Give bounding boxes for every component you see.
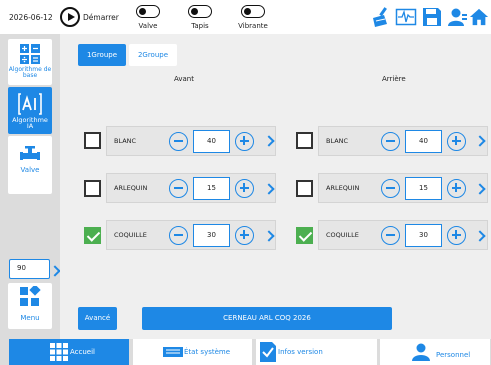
- nav-version-info-label: Infos version: [278, 348, 323, 356]
- row-name: BLANC: [326, 137, 349, 145]
- menu-grid-icon: [20, 284, 41, 306]
- speed-input[interactable]: 90: [9, 259, 50, 279]
- toggle-switch-icon[interactable]: [188, 5, 212, 18]
- sidebar-item-label: Algorithme IA: [12, 116, 48, 130]
- rear-row: ARLEQUIN 15: [318, 173, 488, 203]
- sidebar-item-valve[interactable]: Valve: [8, 136, 52, 194]
- bottom-nav: Accueil État système Infos version Perso…: [0, 339, 491, 365]
- main-panel: 1Groupe 2Groupe Avant Arrière BLANC 40 A…: [60, 34, 491, 339]
- belt-toggle-label: Tapis: [191, 22, 209, 30]
- plus-icon[interactable]: [447, 179, 466, 198]
- plus-icon[interactable]: [447, 132, 466, 151]
- nav-home-label: Accueil: [70, 348, 95, 356]
- top-bar: 2026-06-12 Démarrer Valve Tapis Vibrante: [0, 0, 491, 34]
- home-icon[interactable]: [469, 6, 489, 28]
- recipe-name-bar[interactable]: CERNEAU ARL COQ 2026: [142, 307, 392, 330]
- valve-toggle[interactable]: Valve: [128, 5, 168, 30]
- valve-icon: [20, 146, 40, 160]
- advanced-button[interactable]: Avancé: [78, 307, 117, 330]
- plus-icon[interactable]: [235, 132, 254, 151]
- chevron-right-icon[interactable]: [49, 265, 61, 277]
- sidebar-item-ai-algorithm[interactable]: Algorithme IA: [8, 87, 52, 134]
- belt-toggle[interactable]: Tapis: [180, 5, 220, 30]
- system-state-icon: [163, 347, 183, 357]
- row-name: ARLEQUIN: [114, 184, 148, 192]
- row-name: BLANC: [114, 137, 137, 145]
- valve-toggle-label: Valve: [138, 22, 158, 30]
- plus-icon[interactable]: [447, 226, 466, 245]
- broom-icon[interactable]: [370, 6, 392, 28]
- front-row-checkbox[interactable]: [84, 227, 101, 244]
- rear-row: COQUILLE 30: [318, 220, 488, 250]
- save-icon[interactable]: [421, 6, 443, 28]
- tab-group-1[interactable]: 1Groupe: [78, 44, 126, 66]
- start-icon[interactable]: [60, 7, 80, 27]
- tab-group-2[interactable]: 2Groupe: [129, 44, 177, 66]
- sidebar-item-base-algorithm[interactable]: Algorithme de base: [8, 39, 52, 85]
- minus-icon[interactable]: [169, 132, 188, 151]
- start-label[interactable]: Démarrer: [83, 13, 119, 22]
- date-label: 2026-06-12: [9, 13, 53, 22]
- front-row: BLANC 40: [106, 126, 276, 156]
- value-input[interactable]: 15: [405, 177, 442, 200]
- rear-column-heading: Arrière: [382, 75, 406, 83]
- waveform-icon[interactable]: [395, 6, 417, 28]
- nav-system-state-label: État système: [184, 348, 231, 356]
- nav-home[interactable]: Accueil: [9, 339, 129, 365]
- front-row-checkbox[interactable]: [84, 180, 101, 197]
- front-row-checkbox[interactable]: [84, 132, 101, 149]
- front-row: ARLEQUIN 15: [106, 173, 276, 203]
- minus-icon[interactable]: [381, 132, 400, 151]
- value-input[interactable]: 40: [405, 130, 442, 153]
- plus-icon[interactable]: [235, 226, 254, 245]
- front-column-heading: Avant: [174, 75, 194, 83]
- ai-icon: [18, 93, 42, 115]
- value-input[interactable]: 15: [193, 177, 230, 200]
- minus-icon[interactable]: [381, 179, 400, 198]
- grid-icon: [50, 343, 68, 361]
- plus-icon[interactable]: [235, 179, 254, 198]
- sidebar-item-label: Valve: [20, 166, 40, 174]
- person-icon: [412, 343, 430, 361]
- calculator-icon: [20, 44, 40, 64]
- vibrator-toggle-label: Vibrante: [238, 22, 268, 30]
- rear-row-checkbox[interactable]: [296, 180, 313, 197]
- toggle-switch-icon[interactable]: [136, 5, 160, 18]
- value-input[interactable]: 30: [405, 224, 442, 247]
- minus-icon[interactable]: [169, 226, 188, 245]
- toggle-switch-icon[interactable]: [241, 5, 265, 18]
- minus-icon[interactable]: [381, 226, 400, 245]
- nav-system-state[interactable]: État système: [133, 339, 252, 365]
- nav-version-info[interactable]: Infos version: [256, 339, 377, 365]
- rear-row-checkbox[interactable]: [296, 227, 313, 244]
- row-name: ARLEQUIN: [326, 184, 360, 192]
- menu-button[interactable]: Menu: [8, 283, 52, 329]
- value-input[interactable]: 30: [193, 224, 230, 247]
- sidebar-item-label: Algorithme de base: [8, 66, 52, 79]
- rear-row: BLANC 40: [318, 126, 488, 156]
- vibrator-toggle[interactable]: Vibrante: [233, 5, 273, 30]
- nav-personnel[interactable]: Personnel: [380, 339, 490, 365]
- row-name: COQUILLE: [114, 231, 147, 239]
- version-check-icon: [260, 342, 276, 362]
- front-row: COQUILLE 30: [106, 220, 276, 250]
- menu-label: Menu: [20, 314, 40, 322]
- minus-icon[interactable]: [169, 179, 188, 198]
- value-input[interactable]: 40: [193, 130, 230, 153]
- nav-personnel-label: Personnel: [436, 351, 471, 359]
- user-icon[interactable]: [446, 6, 468, 28]
- rear-row-checkbox[interactable]: [296, 132, 313, 149]
- sidebar: Algorithme de base Algorithme IA Valve 9…: [0, 34, 61, 339]
- row-name: COQUILLE: [326, 231, 359, 239]
